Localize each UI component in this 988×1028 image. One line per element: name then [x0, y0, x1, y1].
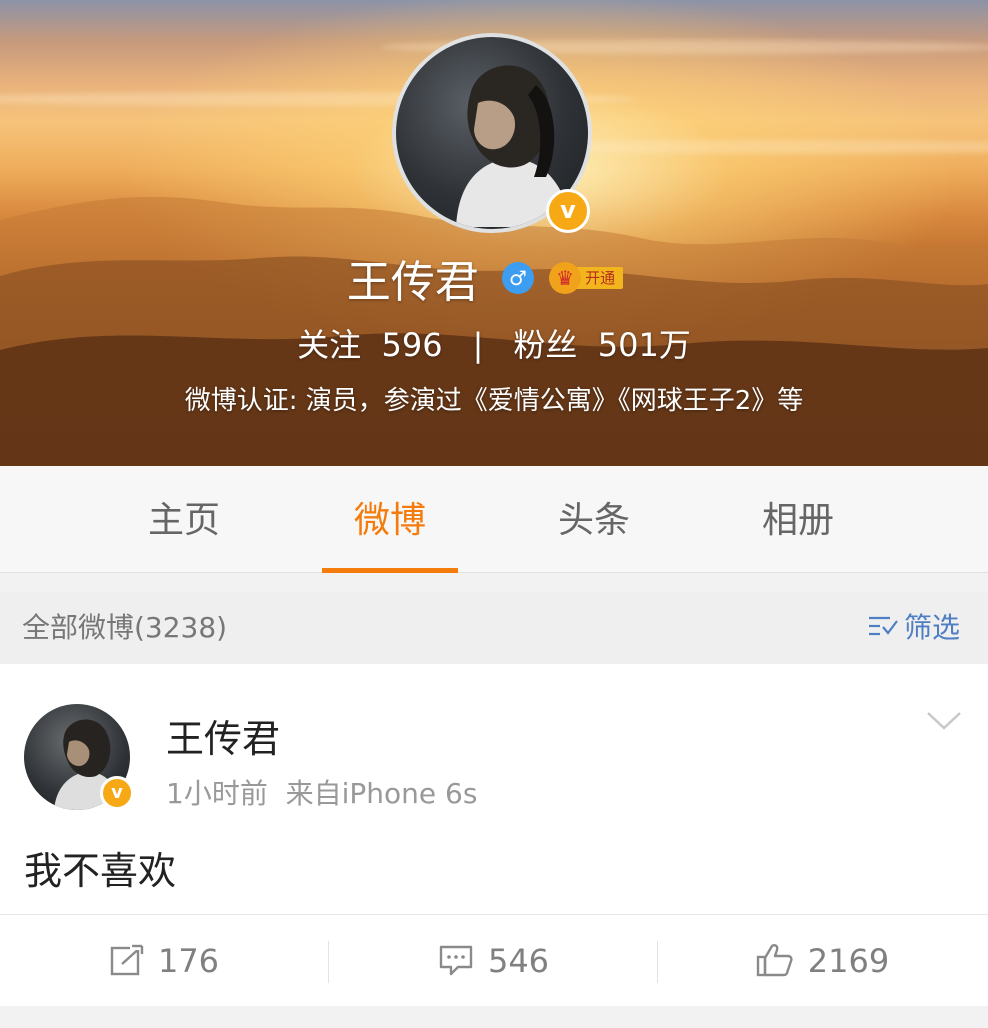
- male-gender-icon: ♂: [502, 262, 534, 294]
- active-tab-indicator: [322, 568, 458, 573]
- profile-name: 王传君: [346, 257, 479, 308]
- crown-icon: ♛: [549, 262, 582, 294]
- tab-weibo[interactable]: 微博: [310, 466, 470, 573]
- chevron-down-icon[interactable]: [926, 710, 962, 732]
- filter-list-icon: [868, 616, 898, 636]
- bottom-strip: [0, 1006, 988, 1028]
- repost-count: 176: [157, 942, 220, 980]
- profile-tabs: 主页 微博 头条 相册: [0, 466, 988, 573]
- vip-open-label: 开通: [575, 267, 624, 289]
- verification-text: 微博认证: 演员，参演过《爱情公寓》《网球王子2》等: [184, 386, 804, 416]
- filter-bar: 全部微博(3238) 筛选: [0, 592, 988, 664]
- follow-label: 关注: [297, 326, 362, 364]
- verified-badge-icon: v: [546, 189, 590, 233]
- post-time: 1小时前: [166, 777, 268, 810]
- follow-stat[interactable]: 关注 596: [297, 326, 442, 364]
- profile-name-row: 王传君 ♂ 开通 ♛: [0, 246, 988, 308]
- tab-headlines[interactable]: 头条: [514, 466, 674, 573]
- post-meta: 1小时前 来自iPhone 6s: [166, 772, 477, 812]
- stats-separator: |: [472, 326, 484, 364]
- tab-home[interactable]: 主页: [104, 466, 264, 573]
- fans-label: 粉丝: [513, 326, 578, 364]
- like-count: 2169: [807, 942, 890, 980]
- comment-count: 546: [487, 942, 550, 980]
- vip-open-button[interactable]: 开通 ♛: [549, 262, 641, 294]
- filter-label: 筛选: [903, 611, 960, 644]
- all-posts-count: 全部微博(3238): [22, 611, 228, 644]
- fans-stat[interactable]: 粉丝 501万: [513, 326, 690, 364]
- post-action-bar: 176 546 2169: [0, 914, 988, 1006]
- repost-icon: [110, 944, 144, 976]
- follow-count: 596: [381, 326, 443, 364]
- post-author-name[interactable]: 王传君: [166, 708, 280, 763]
- like-button[interactable]: 2169: [658, 915, 987, 1007]
- repost-button[interactable]: 176: [0, 915, 329, 1007]
- fans-count: 501万: [597, 326, 691, 364]
- tab-album[interactable]: 相册: [718, 466, 878, 573]
- verified-badge-icon: v: [100, 776, 134, 810]
- post-content: 我不喜欢: [24, 849, 177, 893]
- comment-button[interactable]: 546: [329, 915, 658, 1007]
- comment-icon: [439, 945, 473, 976]
- filter-button[interactable]: 筛选: [868, 592, 960, 664]
- thumbs-up-icon: [756, 944, 793, 977]
- profile-stats: 关注 596 | 粉丝 501万: [0, 320, 988, 366]
- post-source: 来自iPhone 6s: [285, 777, 478, 810]
- weibo-post: 王传君 1小时前 来自iPhone 6s 我不喜欢: [0, 664, 988, 914]
- profile-header: v 王传君 ♂ 开通 ♛ 关注 596 | 粉丝 501万 微博认证: 演员，参演过…: [0, 0, 988, 466]
